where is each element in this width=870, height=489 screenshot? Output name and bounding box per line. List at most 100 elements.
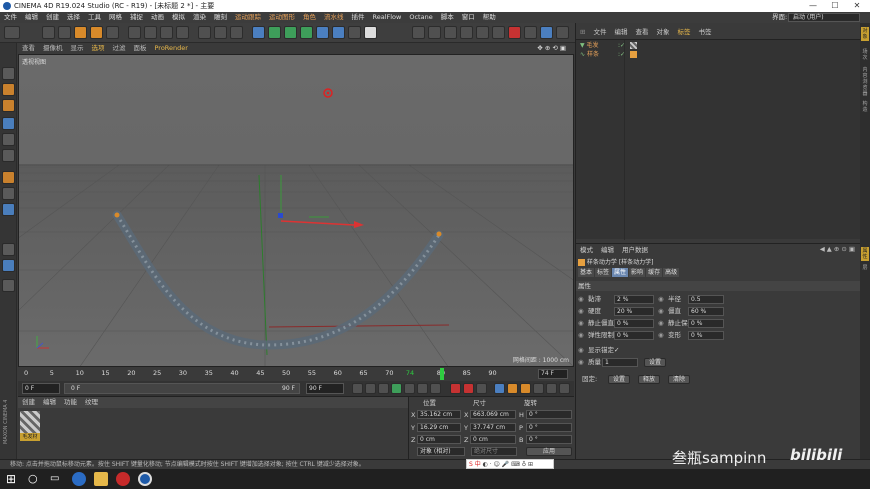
next-key-icon[interactable] xyxy=(417,383,428,394)
radio-icon[interactable]: ◉ xyxy=(578,294,584,304)
size-z-field[interactable]: 0 cm xyxy=(470,435,516,444)
rotate-tool-icon[interactable] xyxy=(90,26,103,39)
key-pla-icon[interactable] xyxy=(546,383,557,394)
material-tag-icon[interactable] xyxy=(630,42,637,49)
end-frame-field[interactable]: 90 F xyxy=(306,383,344,394)
file-explorer-icon[interactable] xyxy=(94,472,108,486)
mograph-icon[interactable] xyxy=(300,26,313,39)
viewport-menu-view[interactable]: 查看 xyxy=(18,43,39,54)
stiffness-field[interactable]: 20 % xyxy=(614,307,654,316)
object-row[interactable]: ▼ 毛发 :✓ xyxy=(580,41,660,50)
side-tab-content-browser[interactable]: 内容浏览器 xyxy=(861,67,869,97)
texture-mode-icon[interactable] xyxy=(2,99,15,112)
side-tab-takes[interactable]: 场次 xyxy=(861,49,869,61)
rest-stiffness-field[interactable]: 0 % xyxy=(614,319,654,328)
fix-clear-button[interactable]: 清除 xyxy=(668,375,690,384)
menu-snap[interactable]: 捕捉 xyxy=(126,12,147,23)
rot-p-field[interactable]: 0 ° xyxy=(526,423,572,432)
move-tool-icon[interactable] xyxy=(58,26,71,39)
menu-sculpt[interactable]: 雕刻 xyxy=(210,12,231,23)
viewport-menu-panel[interactable]: 面板 xyxy=(130,43,151,54)
go-start-icon[interactable] xyxy=(352,383,363,394)
viscosity-field[interactable]: 2 % xyxy=(614,295,654,304)
model-mode-icon[interactable] xyxy=(2,83,15,96)
menu-plugins[interactable]: 插件 xyxy=(348,12,369,23)
attribute-nav-icons[interactable]: ◀ ▲ ⊕ ⊙ ▣ xyxy=(820,245,855,253)
mass-field[interactable]: 1 xyxy=(602,358,638,367)
autokey-icon[interactable] xyxy=(463,383,474,394)
task-view-icon[interactable]: ▭ xyxy=(50,472,64,486)
size-x-field[interactable]: 663.069 cm xyxy=(470,410,516,419)
edges-mode-icon[interactable] xyxy=(2,133,15,146)
points-mode-icon[interactable] xyxy=(2,117,15,130)
menu-window[interactable]: 窗口 xyxy=(458,12,479,23)
tab-basic[interactable]: 基本 xyxy=(578,268,595,277)
timeline-ruler[interactable]: 051015202530354045505560657074808590 74 … xyxy=(18,367,574,381)
polygons-mode-icon[interactable] xyxy=(2,149,15,162)
menu-file[interactable]: 文件 xyxy=(0,12,21,23)
octane-material-icon[interactable] xyxy=(444,26,457,39)
timeline-playhead[interactable] xyxy=(440,368,444,380)
radio-icon[interactable]: ◉ xyxy=(578,330,584,340)
cube-icon[interactable] xyxy=(252,26,265,39)
start-frame-field[interactable]: 0 F xyxy=(22,383,60,394)
pen-icon[interactable] xyxy=(268,26,281,39)
render-view-icon[interactable] xyxy=(198,26,211,39)
perspective-viewport[interactable]: 透视视图 网格间距 : 1000 cm xyxy=(18,54,574,367)
apply-button[interactable]: 应用 xyxy=(526,447,572,456)
size-mode-dropdown[interactable]: 绝对尺寸 xyxy=(471,447,517,456)
fix-set-button[interactable]: 设置 xyxy=(608,375,630,384)
key-scale-icon[interactable] xyxy=(507,383,518,394)
close-button[interactable]: ✕ xyxy=(846,0,868,12)
side-tab-structure[interactable]: 构造 xyxy=(861,101,869,113)
radio-icon[interactable]: ◉ xyxy=(658,330,664,340)
menu-mesh[interactable]: 网格 xyxy=(105,12,126,23)
menu-pipeline[interactable]: 流水线 xyxy=(320,12,348,23)
menu-mograph[interactable]: 运动图形 xyxy=(265,12,299,23)
object-menu-tags[interactable]: 标签 xyxy=(673,27,694,38)
set-button[interactable]: 设置 xyxy=(644,358,666,367)
octane-sun-icon[interactable] xyxy=(476,26,489,39)
preview-range-slider[interactable]: 0 F 90 F xyxy=(64,383,300,394)
material-menu-edit[interactable]: 编辑 xyxy=(39,397,60,408)
minimize-button[interactable]: — xyxy=(802,0,824,12)
object-menu-view[interactable]: 查看 xyxy=(631,27,652,38)
octane-sphere-icon[interactable] xyxy=(428,26,441,39)
fix-release-button[interactable]: 释放 xyxy=(638,375,660,384)
scene-icon[interactable] xyxy=(332,26,345,39)
octane-render-icon[interactable] xyxy=(508,26,521,39)
ime-toolbar[interactable]: S 中 ◐ · ☺ 🎤 ⌨ ♁ ⊞ xyxy=(466,459,554,469)
viewport-menu-camera[interactable]: 摄像机 xyxy=(39,43,67,54)
show-anchor-checkbox[interactable]: ✓ xyxy=(614,345,619,355)
radio-icon[interactable]: ◉ xyxy=(658,318,664,328)
dynamics-tag-icon[interactable] xyxy=(630,51,637,58)
gizmo-x-axis[interactable] xyxy=(280,220,355,226)
next-frame-icon[interactable] xyxy=(404,383,415,394)
deform-field[interactable]: 0 % xyxy=(688,331,724,340)
ime-indicator[interactable]: S 中 xyxy=(469,461,481,468)
side-tab-objects[interactable]: 对象 xyxy=(861,27,869,41)
object-list[interactable]: ▼ 毛发 :✓ ∿ 样条 :✓ xyxy=(576,39,861,240)
menu-edit[interactable]: 编辑 xyxy=(21,12,42,23)
deformer-icon[interactable] xyxy=(316,26,329,39)
tab-tag[interactable]: 标签 xyxy=(595,268,612,277)
menu-help[interactable]: 帮助 xyxy=(479,12,500,23)
menu-character[interactable]: 角色 xyxy=(299,12,320,23)
tweak-icon[interactable] xyxy=(2,187,15,200)
menu-realflow[interactable]: RealFlow xyxy=(369,12,406,23)
octane-live-icon[interactable] xyxy=(540,26,553,39)
radius-field[interactable]: 0.5 xyxy=(688,295,724,304)
coord-system-icon[interactable] xyxy=(176,26,189,39)
menu-octane[interactable]: Octane xyxy=(405,12,436,23)
select-tool-icon[interactable] xyxy=(42,26,55,39)
render-settings-icon[interactable] xyxy=(230,26,243,39)
cinema4d-taskbar-icon[interactable] xyxy=(138,472,152,486)
play-icon[interactable] xyxy=(391,383,402,394)
keyframe-selection-icon[interactable] xyxy=(476,383,487,394)
radio-icon[interactable]: ◉ xyxy=(578,318,584,328)
key-position-icon[interactable] xyxy=(494,383,505,394)
material-menu-texture[interactable]: 纹理 xyxy=(81,397,102,408)
prev-key-icon[interactable] xyxy=(365,383,376,394)
rot-b-field[interactable]: 0 ° xyxy=(526,435,572,444)
recent-tool-icon[interactable] xyxy=(106,26,119,39)
